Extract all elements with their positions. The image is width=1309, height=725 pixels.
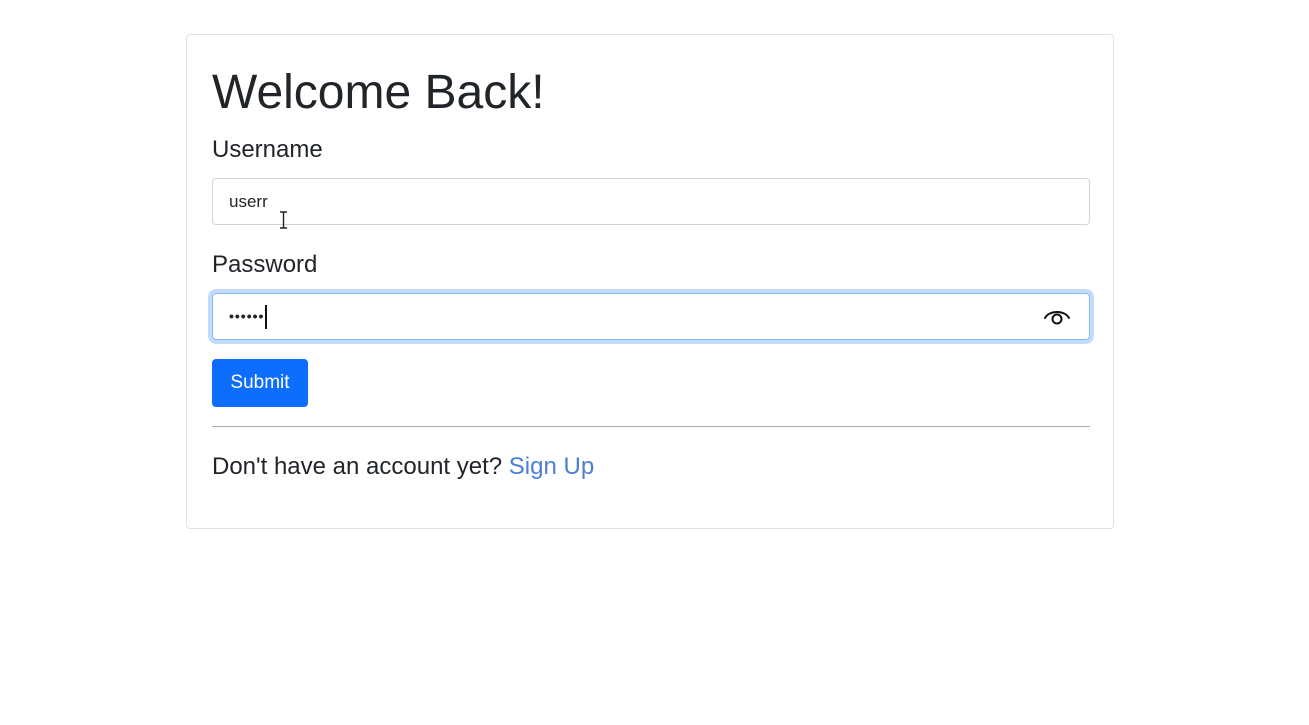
sign-up-link[interactable]: Sign Up bbox=[509, 453, 594, 480]
text-cursor-icon bbox=[280, 211, 287, 229]
eye-icon[interactable] bbox=[1043, 306, 1071, 328]
signup-prompt: Don't have an account yet? Sign Up bbox=[212, 451, 594, 483]
text-caret bbox=[265, 305, 267, 330]
login-card: Welcome Back! Username userr Password ••… bbox=[186, 34, 1114, 529]
password-masked-text: •••••• bbox=[229, 308, 265, 324]
page-title: Welcome Back! bbox=[212, 66, 545, 119]
username-label: Username bbox=[212, 136, 323, 163]
password-label: Password bbox=[212, 251, 318, 278]
submit-button[interactable]: Submit bbox=[212, 359, 308, 407]
password-value: •••••• bbox=[229, 294, 267, 339]
password-field[interactable]: •••••• bbox=[212, 293, 1090, 340]
signup-prompt-text: Don't have an account yet? bbox=[212, 453, 503, 480]
username-value: userr bbox=[229, 192, 268, 211]
username-field[interactable]: userr bbox=[212, 178, 1090, 225]
divider bbox=[212, 426, 1090, 427]
